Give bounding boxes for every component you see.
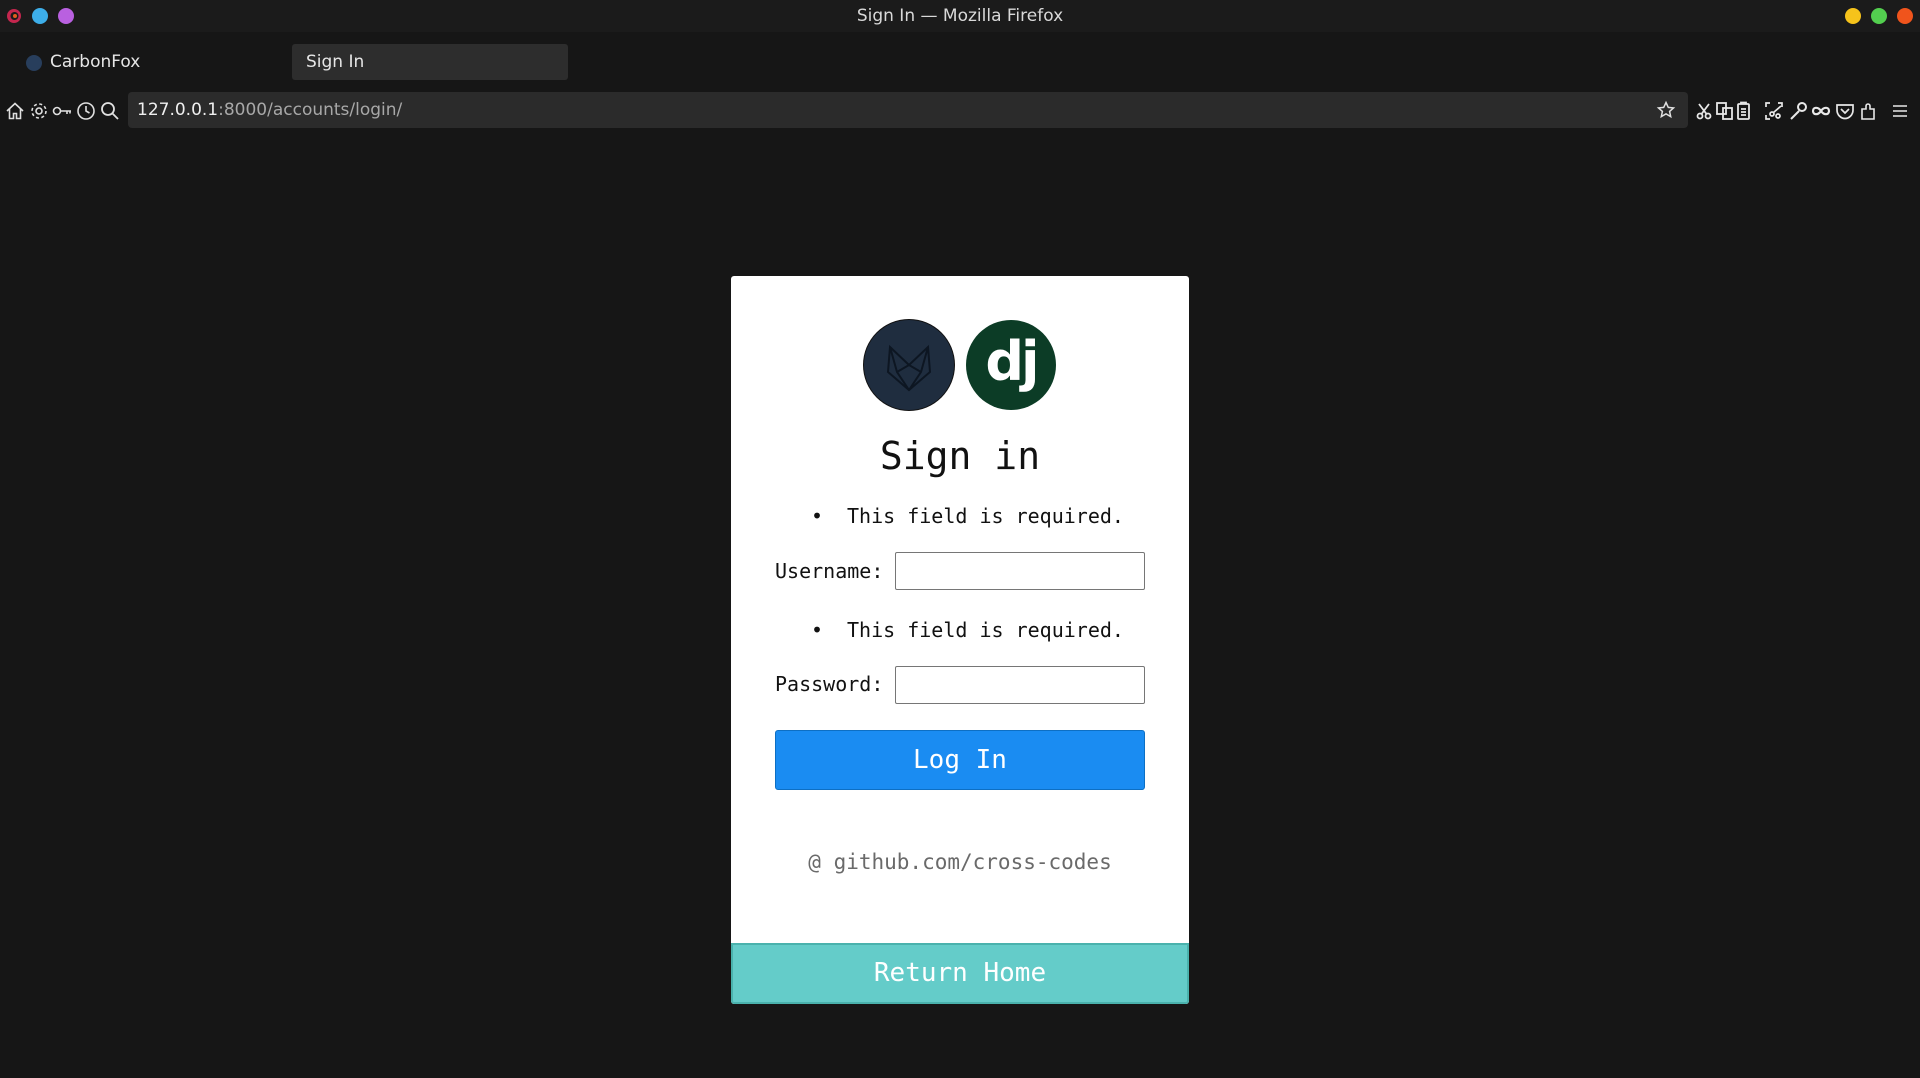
bullet-icon: • — [811, 618, 824, 642]
infinity-icon[interactable] — [1810, 100, 1832, 122]
window-titlebar: Sign In — Mozilla Firefox — [0, 0, 1920, 32]
window-title: Sign In — Mozilla Firefox — [856, 6, 1064, 26]
url-host: 127.0.0.1 — [137, 100, 219, 120]
password-input[interactable] — [895, 666, 1145, 704]
log-in-button[interactable]: Log In — [775, 730, 1145, 790]
pocket-icon[interactable] — [1834, 100, 1856, 122]
django-logo-icon: dj — [966, 320, 1056, 410]
history-icon[interactable] — [75, 100, 97, 122]
carbonfox-favicon-icon — [26, 55, 42, 71]
url-path: :8000/accounts/login/ — [218, 100, 403, 120]
password-label: Password: — [775, 672, 884, 696]
key-icon[interactable] — [51, 100, 73, 122]
url-text[interactable]: 127.0.0.1:8000/accounts/login/ — [137, 92, 402, 129]
error-text: This field is required. — [847, 504, 1124, 528]
bookmark-star-icon[interactable] — [1656, 100, 1676, 120]
error-text: This field is required. — [847, 618, 1124, 642]
wrench-icon[interactable] — [1787, 100, 1809, 122]
clipboard-icon[interactable] — [1733, 100, 1755, 122]
username-input[interactable] — [895, 552, 1145, 590]
tab-carbonfox[interactable]: CarbonFox — [14, 44, 284, 80]
scissors-icon[interactable] — [1694, 100, 1716, 122]
login-card: dj Sign in • This field is required. Use… — [731, 276, 1189, 1004]
username-label: Username: — [775, 559, 884, 583]
screenshot-icon[interactable] — [1763, 100, 1785, 122]
tab-label: CarbonFox — [50, 52, 141, 72]
page-title: Sign in — [879, 434, 1041, 478]
credit-text: @ github.com/cross-codes — [808, 850, 1112, 874]
close-window-button[interactable] — [1897, 8, 1913, 24]
maximize-button[interactable] — [1871, 8, 1887, 24]
carbonfox-logo-icon — [864, 320, 954, 410]
tab-sign-in[interactable]: Sign In — [292, 44, 568, 80]
return-home-button[interactable]: Return Home — [731, 943, 1189, 1004]
bullet-icon: • — [811, 504, 824, 528]
url-bar[interactable]: 127.0.0.1:8000/accounts/login/ — [128, 92, 1688, 128]
minimize-button[interactable] — [1845, 8, 1861, 24]
logo-row: dj — [731, 320, 1189, 410]
extensions-icon[interactable] — [1858, 100, 1880, 122]
menu-icon[interactable] — [1889, 100, 1911, 122]
nav-toolbar: 127.0.0.1:8000/accounts/login/ — [0, 86, 1920, 136]
home-icon[interactable] — [4, 100, 26, 122]
gear-icon[interactable] — [28, 100, 50, 122]
search-icon[interactable] — [99, 100, 121, 122]
tab-strip: CarbonFox Sign In — [0, 32, 1920, 86]
tab-label: Sign In — [306, 52, 365, 72]
